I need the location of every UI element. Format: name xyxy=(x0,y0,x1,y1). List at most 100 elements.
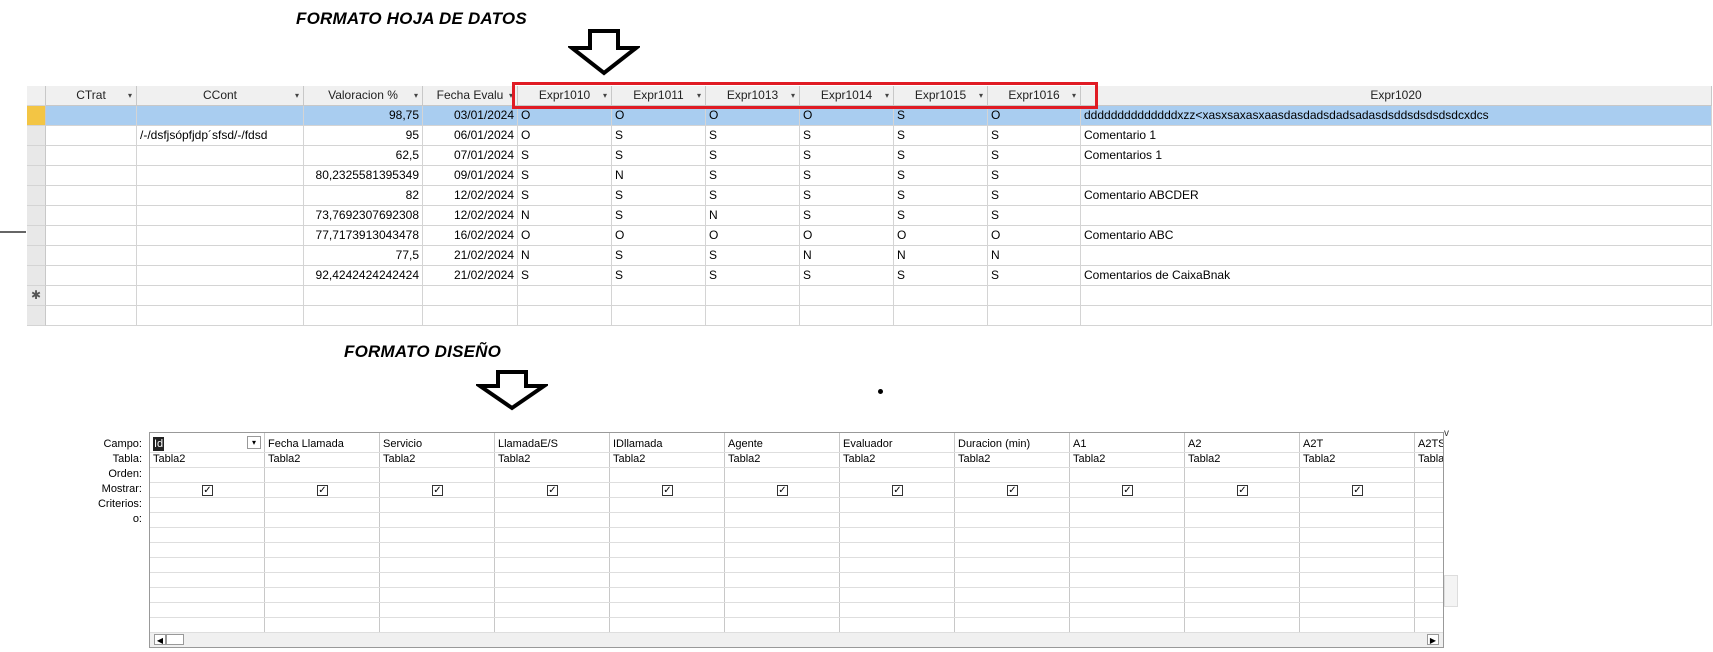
cell-expr1013[interactable]: S xyxy=(706,246,800,266)
cell-expr1014[interactable]: S xyxy=(800,126,894,146)
cell-expr1015[interactable]: S xyxy=(894,126,988,146)
campo-field[interactable]: Agente xyxy=(728,437,763,451)
cell-expr1013[interactable]: O xyxy=(706,106,800,126)
cell-expr1011[interactable]: O xyxy=(612,106,706,126)
cell-expr1010[interactable]: O xyxy=(518,226,612,246)
cell-fecha-evalu[interactable]: 12/02/2024 xyxy=(423,186,518,206)
cell-expr1014[interactable] xyxy=(800,286,894,306)
record-selector[interactable] xyxy=(27,146,46,166)
cell-expr1015[interactable]: S xyxy=(894,146,988,166)
cell-expr1010[interactable]: O xyxy=(518,106,612,126)
cell-fecha-evalu[interactable] xyxy=(423,286,518,306)
table-row[interactable]: 98,75 03/01/2024 O O O O S Oddddddddddddddxzz<x… xyxy=(27,106,1713,126)
design-column[interactable]: Duracion (min) Tabla2 ✓ xyxy=(955,433,1070,633)
mostrar-checkbox[interactable]: ✓ xyxy=(662,485,673,496)
cell-expr1014[interactable]: S xyxy=(800,186,894,206)
cell-expr1013[interactable]: O xyxy=(706,226,800,246)
cell-ccont[interactable] xyxy=(137,226,304,246)
cell-expr1015[interactable]: S xyxy=(894,266,988,286)
tabla-field[interactable]: Tabla2 xyxy=(153,452,185,466)
cell-valoracion[interactable]: 62,5 xyxy=(304,146,423,166)
cell-expr1011[interactable]: O xyxy=(612,226,706,246)
cell-expr1014[interactable]: S xyxy=(800,146,894,166)
mostrar-checkbox[interactable]: ✓ xyxy=(1237,485,1248,496)
cell-expr1015[interactable]: S xyxy=(894,106,988,126)
cell-valoracion[interactable]: 92,4242424242424 xyxy=(304,266,423,286)
scroll-left-icon[interactable]: ◀ xyxy=(154,634,166,645)
cell-expr1020[interactable] xyxy=(1081,206,1712,226)
cell-ccont[interactable] xyxy=(137,246,304,266)
tabla-field[interactable]: Tabla2 xyxy=(613,452,645,466)
cell-expr1016[interactable]: N xyxy=(988,246,1081,266)
cell-expr1016[interactable] xyxy=(988,286,1081,306)
select-all-corner[interactable] xyxy=(27,86,46,106)
cell-expr1016[interactable]: O xyxy=(988,226,1081,246)
mostrar-checkbox[interactable]: ✓ xyxy=(432,485,443,496)
record-selector[interactable] xyxy=(27,106,46,126)
record-selector[interactable] xyxy=(27,306,46,326)
mostrar-checkbox[interactable]: ✓ xyxy=(202,485,213,496)
cell-ctrat[interactable] xyxy=(46,146,137,166)
cell-valoracion[interactable]: 98,75 xyxy=(304,106,423,126)
table-row[interactable]: 80,2325581395349 09/01/2024 S N S S S S xyxy=(27,166,1713,186)
campo-field[interactable]: Fecha Llamada xyxy=(268,437,344,451)
campo-field[interactable]: Id xyxy=(153,437,165,451)
cell-fecha-evalu[interactable] xyxy=(423,306,518,326)
mostrar-checkbox[interactable]: ✓ xyxy=(1352,485,1363,496)
tabla-field[interactable]: Tabla2 xyxy=(1188,452,1220,466)
cell-ctrat[interactable] xyxy=(46,306,137,326)
record-selector[interactable] xyxy=(27,126,46,146)
cell-expr1010[interactable]: S xyxy=(518,266,612,286)
column-header-fecha-evalu[interactable]: Fecha Evalu ▾ xyxy=(423,86,518,106)
cell-ccont[interactable] xyxy=(137,106,304,126)
design-column[interactable]: Evaluador Tabla2 ✓ xyxy=(840,433,955,633)
cell-valoracion[interactable]: 95 xyxy=(304,126,423,146)
cell-expr1016[interactable]: S xyxy=(988,206,1081,226)
cell-expr1014[interactable]: S xyxy=(800,166,894,186)
campo-field[interactable]: LlamadaE/S xyxy=(498,437,558,451)
column-filter-dropdown-icon[interactable]: ▾ xyxy=(128,86,132,105)
new-record-row[interactable]: ✱ xyxy=(27,286,1713,306)
cell-expr1011[interactable]: N xyxy=(612,166,706,186)
tabla-field[interactable]: Tabla2 xyxy=(843,452,875,466)
cell-expr1016[interactable]: O xyxy=(988,106,1081,126)
cell-expr1020[interactable]: Comentarios 1 xyxy=(1081,146,1712,166)
cell-ccont[interactable] xyxy=(137,306,304,326)
mostrar-checkbox[interactable]: ✓ xyxy=(547,485,558,496)
design-column[interactable]: A1 Tabla2 ✓ xyxy=(1070,433,1185,633)
design-column[interactable]: Id ▾ Tabla2 ✓ xyxy=(150,433,265,633)
cell-ccont[interactable] xyxy=(137,186,304,206)
cell-ctrat[interactable] xyxy=(46,286,137,306)
design-column[interactable]: IDllamada Tabla2 ✓ xyxy=(610,433,725,633)
cell-ctrat[interactable] xyxy=(46,126,137,146)
mostrar-checkbox[interactable]: ✓ xyxy=(1122,485,1133,496)
cell-fecha-evalu[interactable]: 07/01/2024 xyxy=(423,146,518,166)
cell-expr1015[interactable] xyxy=(894,306,988,326)
cell-expr1014[interactable]: O xyxy=(800,226,894,246)
cell-fecha-evalu[interactable]: 03/01/2024 xyxy=(423,106,518,126)
cell-expr1020[interactable] xyxy=(1081,166,1712,186)
record-selector[interactable] xyxy=(27,226,46,246)
cell-expr1015[interactable] xyxy=(894,286,988,306)
record-selector[interactable]: ✱ xyxy=(27,286,46,306)
cell-ccont[interactable] xyxy=(137,166,304,186)
empty-row[interactable] xyxy=(27,306,1713,326)
cell-expr1020[interactable] xyxy=(1081,286,1712,306)
cell-expr1014[interactable]: O xyxy=(800,106,894,126)
cell-expr1020[interactable]: ddddddddddddddxzz<xasxsaxasxaasdasdadsda… xyxy=(1081,106,1712,126)
cell-ctrat[interactable] xyxy=(46,166,137,186)
cell-valoracion[interactable]: 82 xyxy=(304,186,423,206)
cell-fecha-evalu[interactable]: 09/01/2024 xyxy=(423,166,518,186)
record-selector[interactable] xyxy=(27,186,46,206)
design-column[interactable]: A2TS Tabla xyxy=(1415,433,1443,633)
campo-field[interactable]: A2T xyxy=(1303,437,1323,451)
cell-expr1015[interactable]: S xyxy=(894,166,988,186)
cell-fecha-evalu[interactable]: 06/01/2024 xyxy=(423,126,518,146)
cell-ccont[interactable] xyxy=(137,286,304,306)
column-header-expr1020[interactable]: Expr1020 xyxy=(1081,86,1712,106)
cell-ctrat[interactable] xyxy=(46,246,137,266)
cell-expr1011[interactable]: S xyxy=(612,246,706,266)
table-row[interactable]: 73,7692307692308 12/02/2024 N S N S S S xyxy=(27,206,1713,226)
cell-ctrat[interactable] xyxy=(46,226,137,246)
cell-ccont[interactable] xyxy=(137,206,304,226)
